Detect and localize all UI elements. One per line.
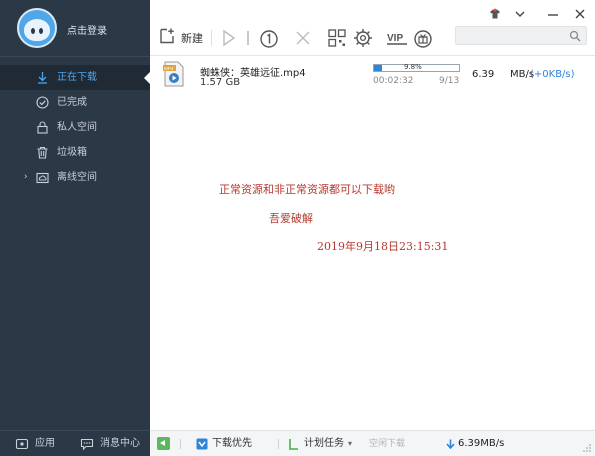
lock-icon <box>36 121 49 134</box>
chevron-down-icon[interactable]: ▾ <box>348 437 352 451</box>
sidebar-divider <box>0 56 150 57</box>
sidebar-item-label: 已完成 <box>57 97 87 108</box>
task-file-size: 1.57 GB <box>200 77 241 88</box>
trash-icon <box>36 146 49 159</box>
play-button[interactable] <box>218 27 240 49</box>
limit-speed-button[interactable] <box>258 27 280 49</box>
settings-button[interactable] <box>352 27 374 49</box>
sidebar-footer: 应用 消息中心 <box>0 430 150 456</box>
new-task-button[interactable]: 新建 <box>158 27 208 49</box>
download-priority-icon <box>196 438 208 450</box>
vip-button[interactable]: VIP <box>386 27 408 49</box>
apps-icon <box>15 438 29 450</box>
sidebar-item-private-space[interactable]: 私人空间 <box>0 115 150 140</box>
total-speed-value: 6.39MB/s <box>458 438 505 449</box>
avatar[interactable] <box>17 8 57 48</box>
menu-icon[interactable] <box>513 7 527 21</box>
progress-percent: 9.8% <box>404 63 422 71</box>
new-task-label: 新建 <box>181 32 203 45</box>
minimize-icon[interactable] <box>546 7 560 21</box>
download-priority-button[interactable]: 下载优先 <box>196 437 260 451</box>
limit-speed-icon <box>260 30 278 48</box>
qr-code-icon <box>328 29 346 47</box>
scheduled-task-label: 计划任务 <box>304 438 344 449</box>
vip-icon: VIP <box>387 33 407 45</box>
watermark-line-2: 吾爱破解 <box>269 212 313 225</box>
sidebar-item-label: 离线空间 <box>57 172 97 183</box>
task-elapsed-time: 00:02:32 <box>373 76 414 86</box>
toolbar: 新建 VIP <box>150 0 595 56</box>
search-icon[interactable] <box>569 30 581 42</box>
sidebar-item-offline-space[interactable]: › 离线空间 <box>0 165 150 190</box>
delete-icon <box>296 31 310 45</box>
task-progress-bar: 9.8% <box>373 63 460 72</box>
login-link[interactable]: 点击登录 <box>67 22 107 37</box>
message-icon <box>80 438 94 451</box>
download-priority-label: 下载优先 <box>212 438 252 449</box>
idle-download-toggle[interactable]: 空闲下载 <box>369 437 405 451</box>
task-row[interactable]: MP4 蜘蛛侠：英雄远征.mp4 1.57 GB 9.8% 00:02:32 9… <box>150 56 595 91</box>
message-center-button[interactable]: 消息中心 <box>80 437 145 451</box>
new-task-icon <box>160 28 174 44</box>
delete-button[interactable] <box>292 27 314 49</box>
status-bar: 下载优先 计划任务 ▾ 空闲下载 6.39MB/s <box>150 430 595 456</box>
download-speed-icon <box>446 439 455 449</box>
sidebar-nav: 正在下载 已完成 私人空间 垃圾箱 › 离线空间 <box>0 65 150 190</box>
progress-fill <box>374 65 383 71</box>
search-box[interactable] <box>455 26 587 45</box>
chevron-right-icon[interactable]: › <box>24 165 28 190</box>
avatar-eye-left <box>31 28 35 34</box>
play-icon <box>223 29 236 47</box>
sidebar-item-label: 私人空间 <box>57 122 97 133</box>
status-divider <box>180 439 181 449</box>
video-file-icon: MP4 <box>163 61 184 87</box>
apps-button[interactable]: 应用 <box>15 437 65 451</box>
status-divider <box>278 439 279 449</box>
resize-grip-icon[interactable] <box>582 443 592 453</box>
download-arrow-icon <box>36 71 49 84</box>
collapse-sidebar-button[interactable] <box>157 437 170 450</box>
gift-button[interactable] <box>412 27 434 49</box>
sidebar-item-downloading[interactable]: 正在下载 <box>0 65 150 90</box>
messages-label: 消息中心 <box>100 438 140 449</box>
user-panel: 点击登录 <box>0 0 150 56</box>
watermark-line-3: 2019年9月18日23:15:31 <box>317 240 449 253</box>
task-file-count: 9/13 <box>439 76 460 86</box>
watermark-line-1: 正常资源和非正常资源都可以下载哟 <box>219 183 395 196</box>
avatar-eye-right <box>39 28 43 34</box>
gift-icon <box>414 30 432 48</box>
settings-icon <box>354 29 372 47</box>
check-circle-icon <box>36 96 49 109</box>
skin-icon[interactable] <box>488 7 502 21</box>
scheduled-task-icon <box>289 439 298 450</box>
toolbar-divider <box>211 30 212 46</box>
apps-label: 应用 <box>35 438 55 449</box>
svg-text:MP4: MP4 <box>164 66 174 71</box>
search-input[interactable] <box>460 29 566 43</box>
sidebar-item-label: 正在下载 <box>57 72 97 83</box>
sidebar-item-completed[interactable]: 已完成 <box>0 90 150 115</box>
sidebar-item-label: 垃圾箱 <box>57 147 87 158</box>
qr-code-button[interactable] <box>326 27 348 49</box>
sidebar: 点击登录 正在下载 已完成 私人空间 垃圾箱 › 离线空间 应用 消息中心 <box>0 0 150 456</box>
scheduled-task-button[interactable]: 计划任务 ▾ <box>288 437 358 451</box>
avatar-face <box>24 19 50 41</box>
task-download-speed: 6.39 <box>472 69 495 80</box>
close-icon[interactable] <box>573 7 587 21</box>
svg-text:VIP: VIP <box>387 33 403 44</box>
cloud-folder-icon <box>36 171 49 184</box>
sidebar-item-trash[interactable]: 垃圾箱 <box>0 140 150 165</box>
task-upload-speed: (+0KB/s) <box>530 69 575 80</box>
